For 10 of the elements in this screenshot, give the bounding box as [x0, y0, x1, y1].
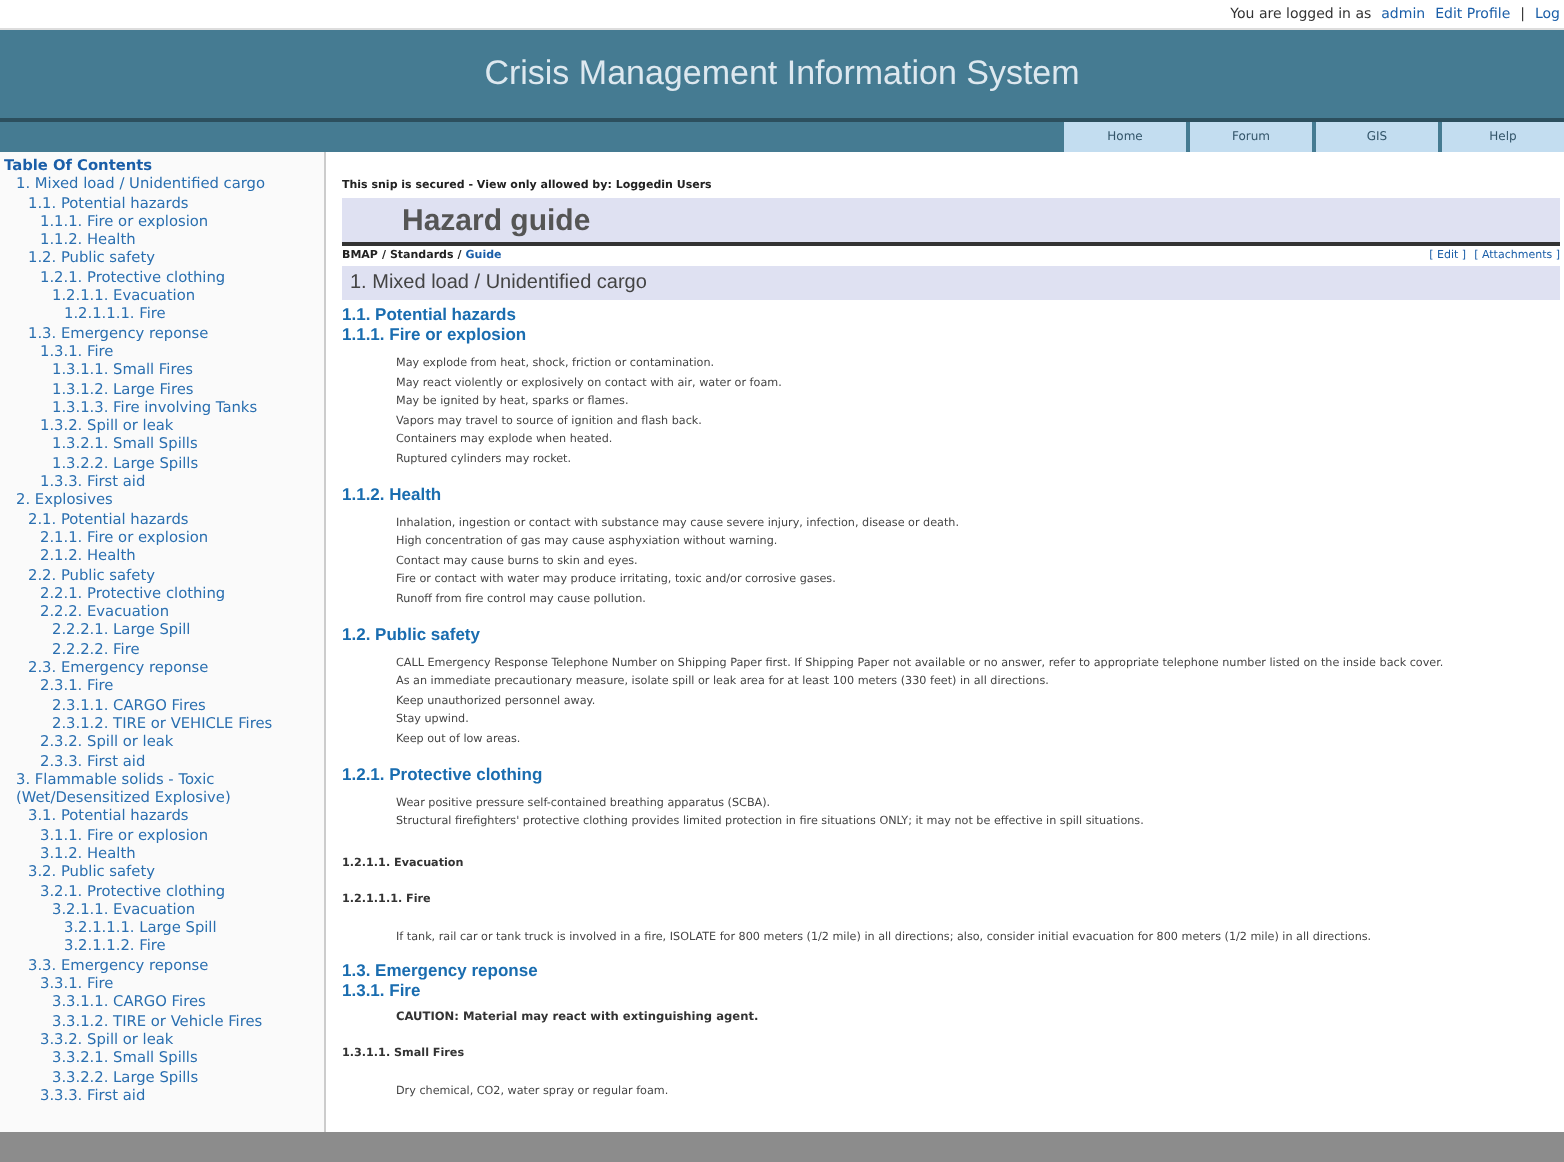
section-heading: 1.1. Potential hazards — [342, 304, 516, 324]
section-heading: 1.3. Emergency reponse — [342, 960, 538, 981]
chapter-heading: 1. Mixed load / Unidentified cargo — [350, 272, 647, 294]
site-title: Crisis Management Information System — [484, 54, 1080, 94]
section-heading: 1.1.1. Fire or explosion — [342, 324, 527, 344]
section-heading: 1.2. Public safety — [342, 623, 480, 644]
section-heading: 1.1.2. Health — [342, 483, 442, 504]
section-heading: 1.2.1. Protective clothing — [342, 763, 543, 783]
section-heading: 1.3.1. Fire — [342, 980, 421, 1001]
page-title: Hazard guide — [402, 203, 591, 237]
